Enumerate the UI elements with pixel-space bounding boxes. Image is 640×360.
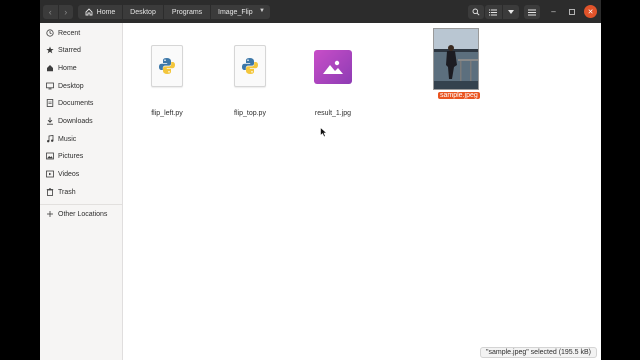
- file-manager-window: ‹ › Home Desktop Programs Image_Flip ▼ –…: [40, 0, 601, 360]
- breadcrumb-label: Home: [96, 8, 116, 16]
- picture-icon: [46, 152, 54, 160]
- file-name: result_1.jpg: [314, 110, 352, 117]
- sidebar-item-home[interactable]: Home: [40, 60, 122, 76]
- list-view-icon: [489, 9, 498, 15]
- star-icon: [46, 46, 54, 54]
- python-file-icon: [234, 45, 266, 87]
- sidebar-item-label: Home: [58, 64, 77, 72]
- python-file-icon: [151, 45, 183, 87]
- sidebar-item-pictures[interactable]: Pictures: [40, 148, 122, 164]
- view-toggle-group: [485, 5, 519, 19]
- sidebar-item-label: Other Locations: [58, 210, 108, 218]
- clock-icon: [46, 29, 54, 37]
- sidebar-item-music[interactable]: Music: [40, 131, 122, 147]
- sidebar-item-label: Music: [58, 135, 77, 143]
- breadcrumb-programs[interactable]: Programs: [164, 5, 210, 19]
- trash-icon: [46, 188, 54, 196]
- back-button[interactable]: ‹: [43, 5, 58, 19]
- sidebar: Recent Starred Home Desktop Documents Do…: [40, 23, 123, 360]
- sidebar-item-label: Trash: [58, 188, 76, 196]
- sidebar-item-downloads[interactable]: Downloads: [40, 113, 122, 129]
- minimize-button[interactable]: –: [547, 5, 560, 18]
- sidebar-item-label: Starred: [58, 46, 81, 54]
- minimize-icon: –: [551, 7, 556, 16]
- document-icon: [46, 99, 54, 107]
- sidebar-item-recent[interactable]: Recent: [40, 25, 122, 41]
- close-icon: ✕: [587, 8, 594, 16]
- file-item[interactable]: flip_left.py: [139, 45, 195, 117]
- breadcrumb-label: Image_Flip: [218, 8, 253, 16]
- sidebar-item-videos[interactable]: Videos: [40, 166, 122, 182]
- sidebar-item-label: Downloads: [58, 117, 93, 125]
- maximize-button[interactable]: [565, 5, 578, 18]
- chevron-down-icon: [507, 10, 514, 14]
- file-name: flip_top.py: [234, 110, 266, 117]
- file-item-selected[interactable]: sample.jpeg: [428, 28, 484, 103]
- sidebar-item-trash[interactable]: Trash: [40, 184, 122, 200]
- file-item[interactable]: result_1.jpg: [305, 45, 361, 117]
- file-name: sample.jpeg: [438, 92, 480, 99]
- breadcrumb-desktop[interactable]: Desktop: [123, 5, 163, 19]
- forward-button[interactable]: ›: [57, 5, 74, 19]
- breadcrumb-label: Desktop: [130, 8, 156, 16]
- sidebar-item-documents[interactable]: Documents: [40, 95, 122, 111]
- search-icon: [472, 8, 480, 16]
- close-button[interactable]: ✕: [584, 5, 597, 18]
- mouse-pointer-icon: [320, 127, 328, 138]
- home-icon: [85, 8, 93, 16]
- plus-icon: [46, 210, 54, 218]
- image-file-icon: [314, 50, 352, 84]
- hamburger-menu-icon: [528, 9, 536, 15]
- status-bar: "sample.jpeg" selected (195.5 kB): [480, 347, 597, 358]
- file-view: flip_left.py flip_top.py result_1.jpg sa…: [123, 23, 601, 360]
- sidebar-item-label: Pictures: [58, 152, 84, 160]
- sidebar-item-label: Documents: [58, 99, 94, 107]
- sidebar-item-desktop[interactable]: Desktop: [40, 78, 122, 94]
- download-icon: [46, 117, 54, 125]
- music-icon: [46, 135, 54, 143]
- desktop-icon: [46, 82, 54, 90]
- breadcrumb-image-flip[interactable]: Image_Flip ▼: [211, 5, 270, 19]
- navigation-buttons: ‹ ›: [43, 5, 73, 19]
- list-view-button[interactable]: [485, 5, 502, 19]
- file-item[interactable]: flip_top.py: [222, 45, 278, 117]
- sidebar-item-label: Videos: [58, 170, 80, 178]
- file-name: flip_left.py: [151, 110, 183, 117]
- sidebar-item-label: Desktop: [58, 82, 84, 90]
- sidebar-item-other-locations[interactable]: Other Locations: [40, 206, 122, 222]
- chevron-down-icon[interactable]: ▼: [259, 8, 265, 14]
- video-icon: [46, 170, 54, 178]
- header-bar: ‹ › Home Desktop Programs Image_Flip ▼ –…: [40, 0, 601, 23]
- search-button[interactable]: [468, 5, 484, 19]
- view-options-button[interactable]: [501, 5, 520, 19]
- selected-file-label: sample.jpeg: [438, 92, 480, 99]
- breadcrumb-label: Programs: [171, 8, 203, 16]
- home-icon: [46, 64, 54, 72]
- sidebar-item-label: Recent: [58, 29, 81, 37]
- breadcrumb-home[interactable]: Home: [78, 5, 122, 19]
- sidebar-item-starred[interactable]: Starred: [40, 42, 122, 58]
- photo-thumbnail: [433, 28, 479, 90]
- sidebar-divider: [40, 204, 122, 205]
- menu-button[interactable]: [524, 5, 540, 19]
- maximize-icon: [568, 8, 575, 15]
